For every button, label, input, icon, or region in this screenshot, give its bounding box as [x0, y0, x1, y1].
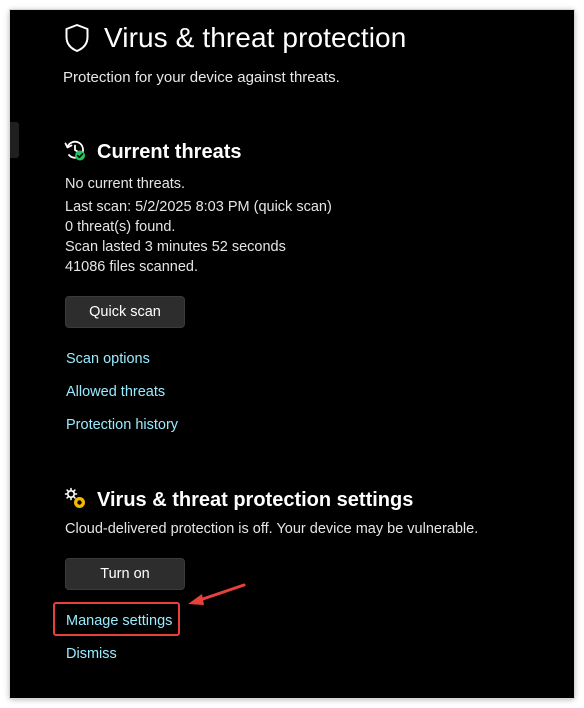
- protection-settings-header: Virus & threat protection settings: [63, 486, 413, 515]
- page-header: Virus & threat protection: [64, 22, 406, 54]
- current-threats-title: Current threats: [97, 141, 242, 163]
- quick-scan-button[interactable]: Quick scan: [65, 296, 185, 328]
- last-scan-text: Last scan: 5/2/2025 8:03 PM (quick scan): [65, 199, 332, 215]
- app-window: Virus & threat protection Protection for…: [10, 10, 574, 698]
- threats-found-text: 0 threat(s) found.: [65, 219, 176, 235]
- current-threats-header: Current threats: [63, 138, 241, 167]
- scan-duration-text: Scan lasted 3 minutes 52 seconds: [65, 239, 286, 255]
- history-check-icon: [63, 138, 87, 167]
- protection-settings-title: Virus & threat protection settings: [97, 489, 414, 511]
- settings-gears-icon: [63, 486, 87, 515]
- sidebar-edge[interactable]: [10, 122, 19, 158]
- manage-settings-highlight: [53, 602, 180, 636]
- dismiss-link[interactable]: Dismiss: [66, 646, 117, 662]
- page-subtitle: Protection for your device against threa…: [63, 69, 340, 86]
- cloud-protection-status: Cloud-delivered protection is off. Your …: [65, 521, 479, 537]
- files-scanned-text: 41086 files scanned.: [65, 259, 199, 275]
- scan-options-link[interactable]: Scan options: [66, 351, 150, 367]
- red-arrow-icon: [180, 578, 250, 615]
- allowed-threats-link[interactable]: Allowed threats: [66, 384, 165, 400]
- threat-status-text: No current threats.: [65, 176, 186, 192]
- protection-history-link[interactable]: Protection history: [66, 417, 178, 433]
- turn-on-button[interactable]: Turn on: [65, 558, 185, 590]
- page-title: Virus & threat protection: [104, 22, 407, 53]
- shield-icon: [64, 23, 90, 53]
